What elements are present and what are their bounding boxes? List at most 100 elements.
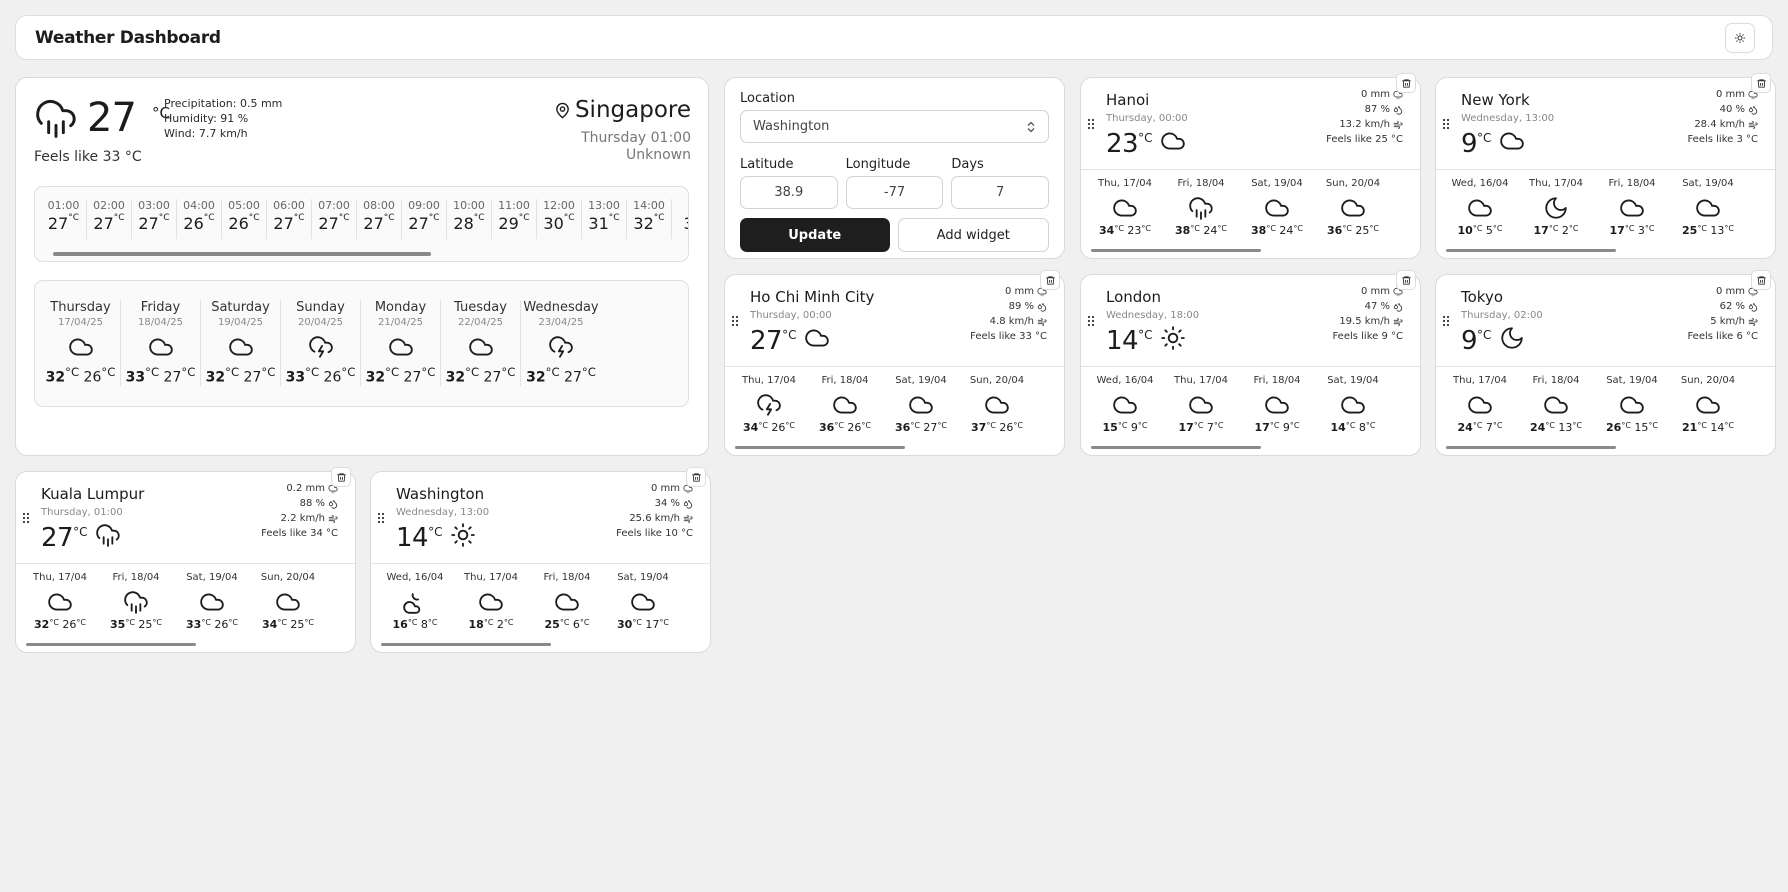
widget-stats: 0 mm 87 % 13.2 km/h Feels like 25 °C [1326, 87, 1403, 147]
widget-forecast[interactable]: Thu, 17/04 34°C 23°C Fri, 18/04 38°C 24°C Sa… [1081, 170, 1420, 258]
drag-handle-icon[interactable] [1087, 315, 1095, 327]
weather-widget[interactable]: London Wednesday, 18:00 14 °C 0 mm 47 % 19.5 k… [1080, 270, 1421, 456]
chevron-updown-icon [1026, 121, 1036, 133]
forecast-max: 16 [392, 618, 408, 631]
delete-widget-button[interactable] [1396, 73, 1416, 93]
forecast-date: Fri, 18/04 [821, 375, 869, 386]
forecast-max: 32 [34, 618, 50, 631]
drag-handle-icon[interactable] [1442, 315, 1450, 327]
longitude-input[interactable]: -77 [845, 176, 944, 209]
hourly-scrollbar[interactable] [53, 252, 431, 256]
temp-unit: °C [518, 213, 530, 223]
current-stats: Precipitation: 0.5 mm Humidity: 91 % Win… [164, 96, 282, 141]
forecast-max: 18 [468, 618, 484, 631]
latitude-input[interactable]: 38.9 [740, 176, 838, 209]
day-temps: 32°C 27°C [361, 365, 440, 386]
forecast-date: Sat, 19/04 [186, 572, 238, 583]
forecast-min: 8 [1358, 421, 1366, 434]
drag-handle-icon[interactable] [1442, 118, 1450, 130]
days-input[interactable]: 7 [951, 176, 1050, 209]
latitude-label: Latitude [740, 157, 794, 172]
day-max: 32 [526, 369, 546, 386]
weather-widget[interactable]: Ho Chi Minh City Thursday, 00:00 27 °C 0 mm 8… [724, 270, 1065, 456]
drag-handle-icon[interactable] [1087, 118, 1095, 130]
hour-time: 01:00 [47, 199, 80, 212]
weather-widget[interactable]: Hanoi Thursday, 00:00 23 °C 0 mm 87 % 13.2 km/… [1080, 73, 1421, 259]
widget-forecast[interactable]: Thu, 17/04 24°C 7°C Fri, 18/04 24°C 13°C Sat… [1436, 367, 1775, 455]
delete-widget-button[interactable] [1396, 270, 1416, 290]
widget-forecast[interactable]: Wed, 16/04 16°C 8°C Thu, 17/04 18°C 2°C Fri,… [371, 564, 710, 652]
temp-unit: °C [1213, 421, 1224, 430]
forecast-date: Sat, 19/04 [1682, 178, 1734, 189]
forecast-temps: 29 [681, 618, 710, 631]
forecast-day: Mo 37 [1035, 375, 1064, 434]
cloud-icon [1594, 392, 1670, 418]
widget-forecast[interactable]: Thu, 17/04 32°C 26°C Fri, 18/04 35°C 25°C Sa… [16, 564, 355, 652]
widget-wind: 5 km/h [1710, 316, 1745, 327]
widget-forecast[interactable]: Wed, 16/04 10°C 5°C Thu, 17/04 17°C 2°C Fri,… [1436, 170, 1775, 258]
forecast-scrollbar[interactable] [1091, 446, 1261, 449]
temp-unit: °C [632, 618, 642, 627]
hourly-forecast[interactable]: 01:00 27°C 02:00 27°C 03:00 27°C 04:00 26°C 05:0… [34, 186, 689, 262]
location-form: Location Washington Latitude 38.9 Longit… [724, 77, 1065, 259]
forecast-scrollbar[interactable] [735, 446, 905, 449]
delete-widget-button[interactable] [1751, 73, 1771, 93]
cloud-icon [959, 392, 1035, 418]
forecast-min: 7 [1485, 421, 1493, 434]
forecast-scrollbar[interactable] [26, 643, 196, 646]
forecast-row: Wed, 16/04 16°C 8°C Thu, 17/04 18°C 2°C Fri,… [377, 572, 710, 631]
day-min: 27 [163, 369, 182, 386]
location-select[interactable]: Washington [740, 110, 1049, 143]
forecast-scrollbar[interactable] [1091, 249, 1261, 252]
forecast-min: 26 [771, 421, 786, 434]
widget-precip: 0 mm [1360, 286, 1390, 297]
forecast-date: Thu, 17/04 [1529, 178, 1583, 189]
temp-unit: °C [1697, 421, 1707, 430]
weather-widget[interactable]: Washington Wednesday, 13:00 14 °C 0 mm 34 % 25… [370, 467, 711, 653]
daily-item: Friday 18/04/25 33°C 27°C [121, 300, 201, 386]
cloud-icon [441, 334, 520, 362]
drag-handle-icon[interactable] [731, 315, 739, 327]
update-button[interactable]: Update [740, 218, 890, 252]
widget-forecast[interactable]: Wed, 16/04 15°C 9°C Thu, 17/04 17°C 7°C Fri,… [1081, 367, 1420, 455]
wind: Wind: 7.7 km/h [164, 127, 248, 140]
hour-temp-value: 32 [633, 214, 654, 233]
theme-toggle-button[interactable] [1725, 22, 1755, 53]
forecast-temps: 34°C 25°C [250, 618, 326, 631]
forecast-scrollbar[interactable] [1446, 446, 1616, 449]
widget-temp: 14 °C [396, 523, 476, 553]
day-min: 27 [243, 369, 262, 386]
widget-forecast[interactable]: Thu, 17/04 34°C 26°C Fri, 18/04 36°C 26°C Sa… [725, 367, 1064, 455]
forecast-temps: 16°C 8°C [377, 618, 453, 631]
forecast-scrollbar[interactable] [1446, 249, 1616, 252]
delete-widget-button[interactable] [686, 467, 706, 487]
icon-placeholder [1035, 392, 1064, 418]
forecast-date: Mo [1391, 178, 1420, 189]
cloud-icon [1315, 195, 1391, 221]
temp-unit: °C [1193, 421, 1204, 430]
hour-temp-value: 28 [453, 214, 474, 233]
drag-handle-icon[interactable] [377, 512, 385, 524]
delete-widget-button[interactable] [1040, 270, 1060, 290]
hour-temp: 27°C [87, 213, 131, 233]
weather-widget[interactable]: Tokyo Thursday, 02:00 9 °C 0 mm 62 % 5 km/h Fee… [1435, 270, 1776, 456]
forecast-min: 13 [1558, 421, 1573, 434]
weather-widget[interactable]: Kuala Lumpur Thursday, 01:00 27 °C 0.2 mm 88 … [15, 467, 356, 653]
weather-widget[interactable]: New York Wednesday, 13:00 9 °C 0 mm 40 % 28.4 … [1435, 73, 1776, 259]
delete-widget-button[interactable] [1751, 270, 1771, 290]
temp-unit: °C [181, 365, 196, 379]
hour-temp-value: 30 [543, 214, 564, 233]
hour-time: 03:00 [138, 199, 170, 212]
delete-widget-button[interactable] [331, 467, 351, 487]
forecast-date: Wed, 16/04 [386, 572, 444, 583]
drag-handle-icon[interactable] [22, 512, 30, 524]
temp-unit: °C [1190, 224, 1200, 233]
icon-placeholder [1391, 392, 1420, 418]
hour-temp: 29°C [492, 213, 536, 233]
temp-unit: °C [1697, 224, 1707, 233]
cloud-icon [605, 589, 681, 615]
cloud-icon [1160, 128, 1186, 154]
forecast-scrollbar[interactable] [381, 643, 551, 646]
add-widget-button[interactable]: Add widget [897, 218, 1049, 252]
cloud-icon [41, 334, 120, 362]
